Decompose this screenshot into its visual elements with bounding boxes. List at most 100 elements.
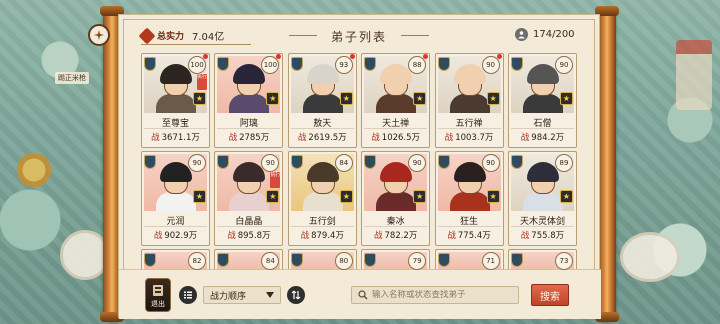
figure-body xyxy=(376,94,417,113)
figure-body xyxy=(229,192,270,211)
disciple-power: 战 755.8万 xyxy=(509,229,576,241)
level-badge: 73 xyxy=(554,252,573,270)
figure-body xyxy=(376,192,417,211)
star-icon: ★ xyxy=(339,190,353,203)
power-diamond-icon xyxy=(138,27,156,44)
sect-seal-icon xyxy=(88,24,110,46)
disciple-count-value: 174/200 xyxy=(533,29,575,40)
disciple-power-value: 984.2万 xyxy=(531,133,565,143)
power-prefix: 战 xyxy=(297,133,307,143)
figure-body xyxy=(449,192,490,211)
disciple-card[interactable]: 88 ★ 天土禅 战 1026.5万 xyxy=(361,53,431,148)
card-divider xyxy=(217,226,281,227)
total-power: 总实力 7.04亿 xyxy=(138,27,251,45)
sort-order-value: 战力顺序 xyxy=(210,291,247,302)
disciple-power-value: 895.8万 xyxy=(237,231,271,241)
power-prefix: 战 xyxy=(371,133,380,143)
disciple-power: 战 1026.5万 xyxy=(362,131,429,143)
disciple-power-value: 902.9万 xyxy=(164,231,198,241)
search-icon xyxy=(358,290,368,300)
disciple-power-value: 879.4万 xyxy=(311,231,344,241)
star-icon: ★ xyxy=(339,92,353,105)
disciple-card-partial[interactable]: 80 xyxy=(287,249,357,271)
disciple-card-partial[interactable]: 71 xyxy=(434,249,504,271)
disciple-list-panel: 总实力 7.04亿 弟子列表 174/200 100 执行 ★ 至尊宝 战 36… xyxy=(118,14,601,319)
rank-emblem-icon xyxy=(290,57,303,71)
rank-emblem-icon xyxy=(364,57,377,71)
disciple-card[interactable]: 100 执行 ★ 至尊宝 战 3671.1万 xyxy=(141,53,210,148)
level-badge: 90 xyxy=(481,56,500,74)
power-prefix: 战 xyxy=(300,231,310,241)
disciple-power-value: 1003.7万 xyxy=(455,133,494,143)
sort-order-select[interactable]: 战力顺序 xyxy=(203,286,281,304)
total-power-label: 总实力 xyxy=(157,32,185,42)
power-prefix: 战 xyxy=(151,133,160,143)
level-badge: 71 xyxy=(481,252,500,270)
map-pavilion xyxy=(14,150,54,190)
notification-dot xyxy=(276,54,282,59)
figure-hair xyxy=(160,64,192,84)
disciple-figure xyxy=(449,162,490,211)
disciple-card-partial[interactable]: 73 xyxy=(507,249,577,271)
panel-header: 总实力 7.04亿 弟子列表 174/200 xyxy=(119,15,601,51)
disciple-power: 战 775.4万 xyxy=(436,229,503,241)
card-divider xyxy=(437,226,501,227)
retreat-button-label: 退出 xyxy=(151,300,165,308)
map-tower xyxy=(676,40,712,110)
figure-hair xyxy=(453,162,486,182)
figure-body xyxy=(302,94,343,113)
star-icon: ★ xyxy=(266,92,280,105)
disciple-card[interactable]: 100 ★ 阿璃 战 2785万 xyxy=(214,53,284,148)
disciple-card[interactable]: 90 ★ 石僧 战 984.2万 xyxy=(507,53,577,148)
page-title: 弟子列表 xyxy=(330,29,387,44)
disciple-card[interactable]: 84 ★ 五行剑 战 879.4万 xyxy=(287,151,357,246)
power-prefix: 战 xyxy=(153,231,163,241)
card-divider xyxy=(364,226,428,227)
rank-emblem-icon xyxy=(144,253,156,267)
rank-emblem-icon xyxy=(437,155,450,169)
disciple-power-value: 775.4万 xyxy=(457,231,491,241)
level-badge: 89 xyxy=(554,154,573,172)
star-icon: ★ xyxy=(559,92,573,105)
figure-hair xyxy=(453,64,486,84)
search-button[interactable]: 搜索 xyxy=(531,284,569,306)
retreat-button[interactable]: 退出 xyxy=(145,278,171,312)
disciple-power-value: 2785万 xyxy=(239,133,270,143)
disciple-card-partial[interactable]: 79 xyxy=(361,249,431,271)
disciple-card-partial[interactable]: 82 xyxy=(141,249,210,271)
card-divider xyxy=(510,226,574,227)
disciple-power: 战 1003.7万 xyxy=(436,131,503,143)
disciple-power-value: 2619.5万 xyxy=(308,133,347,143)
disciple-card[interactable]: 90 ★ 秦冰 战 782.2万 xyxy=(361,151,431,246)
figure-body xyxy=(156,94,196,113)
chevron-down-icon xyxy=(266,292,274,298)
bottom-toolbar: 退出 战力顺序 输入名称或状态查找弟子 搜索 xyxy=(119,269,601,319)
figure-hair xyxy=(306,162,339,182)
filter-button[interactable] xyxy=(179,286,197,304)
disciple-card-partial[interactable]: 84 xyxy=(214,249,284,271)
card-divider xyxy=(290,226,354,227)
figure-hair xyxy=(306,64,339,84)
star-icon: ★ xyxy=(266,190,280,203)
disciple-card[interactable]: 89 ★ 天木灵体剑 战 755.8万 xyxy=(507,151,577,246)
disciple-power: 战 782.2万 xyxy=(362,229,429,241)
disciple-card[interactable]: 90 ★ 狂生 战 775.4万 xyxy=(434,151,504,246)
figure-body xyxy=(302,192,343,211)
disciple-power: 战 879.4万 xyxy=(289,229,356,241)
search-input[interactable] xyxy=(372,290,512,300)
power-prefix: 战 xyxy=(444,133,454,143)
star-icon: ★ xyxy=(193,190,206,203)
figure-body xyxy=(156,192,196,211)
figure-hair xyxy=(526,162,559,182)
disciple-card[interactable]: 93 ★ 敖天 战 2619.5万 xyxy=(287,53,357,148)
disciple-figure xyxy=(449,64,490,113)
sort-direction-toggle[interactable] xyxy=(287,286,305,304)
list-filter-icon xyxy=(184,291,192,299)
notification-dot xyxy=(203,54,208,59)
search-field[interactable] xyxy=(351,286,519,304)
disciple-card[interactable]: 90 ★ 元润 战 902.9万 xyxy=(141,151,210,246)
disciple-card[interactable]: 90 执行 ★ 白晶晶 战 895.8万 xyxy=(214,151,284,246)
disciple-card[interactable]: 90 ★ 五行禅 战 1003.7万 xyxy=(434,53,504,148)
level-badge: 82 xyxy=(188,252,206,270)
power-prefix: 战 xyxy=(520,231,530,241)
